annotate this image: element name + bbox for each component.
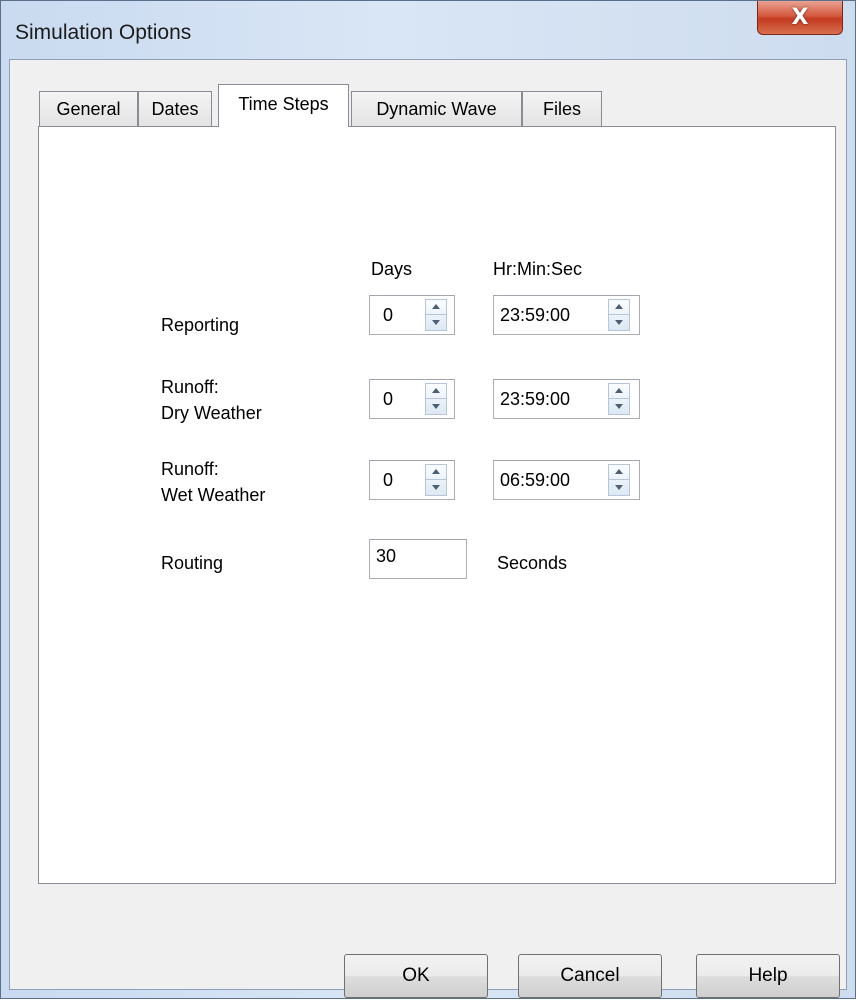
runoff-wet-days-spin-buttons[interactable] xyxy=(425,464,447,496)
reporting-days-value: 0 xyxy=(383,305,394,325)
tab-files[interactable]: Files xyxy=(522,91,602,126)
reporting-days-spinner[interactable]: 0 xyxy=(369,295,455,335)
ok-button[interactable]: OK xyxy=(344,954,488,998)
runoff-wet-days-value: 0 xyxy=(383,470,394,490)
arrow-up-icon xyxy=(615,304,623,309)
runoff-wet-days-spinner[interactable]: 0 xyxy=(369,460,455,500)
runoff-wet-time-spin-buttons[interactable] xyxy=(608,464,630,496)
runoff-dry-time-value: 23:59:00 xyxy=(500,389,571,409)
runoff-dry-label-line2: Dry Weather xyxy=(161,403,262,423)
spin-up-button[interactable] xyxy=(609,465,629,480)
routing-value: 30 xyxy=(376,546,397,566)
reporting-time-value: 23:59:00 xyxy=(500,305,571,325)
runoff-wet-time-value: 06:59:00 xyxy=(500,470,571,490)
spin-up-button[interactable] xyxy=(426,465,446,480)
tab-dates[interactable]: Dates xyxy=(138,91,212,126)
time-steps-panel: Days Hr:Min:Sec Reporting 0 23:59:00 Run… xyxy=(38,126,836,884)
arrow-up-icon xyxy=(615,388,623,393)
tab-time-steps[interactable]: Time Steps xyxy=(218,84,349,127)
arrow-down-icon xyxy=(432,320,440,325)
runoff-dry-days-spinner[interactable]: 0 xyxy=(369,379,455,419)
help-button[interactable]: Help xyxy=(696,954,840,998)
arrow-down-icon xyxy=(432,404,440,409)
routing-input[interactable]: 30 xyxy=(369,539,467,579)
arrow-up-icon xyxy=(432,469,440,474)
title-bar: Simulation Options X xyxy=(1,1,855,59)
arrow-down-icon xyxy=(432,485,440,490)
tab-dynamic-wave[interactable]: Dynamic Wave xyxy=(351,91,522,126)
spin-down-button[interactable] xyxy=(609,399,629,414)
reporting-time-spin-buttons[interactable] xyxy=(608,299,630,331)
dialog-title: Simulation Options xyxy=(15,21,192,44)
runoff-dry-days-spin-buttons[interactable] xyxy=(425,383,447,415)
spin-down-button[interactable] xyxy=(609,315,629,330)
arrow-up-icon xyxy=(432,388,440,393)
spin-down-button[interactable] xyxy=(426,480,446,495)
spin-up-button[interactable] xyxy=(609,384,629,399)
arrow-up-icon xyxy=(432,304,440,309)
simulation-options-dialog: Simulation Options X General Dates Time … xyxy=(0,0,856,999)
close-button[interactable]: X xyxy=(757,1,843,35)
runoff-dry-time-spinner[interactable]: 23:59:00 xyxy=(493,379,640,419)
close-icon: X xyxy=(791,5,809,30)
arrow-down-icon xyxy=(615,320,623,325)
runoff-dry-time-spin-buttons[interactable] xyxy=(608,383,630,415)
runoff-wet-label-line1: Runoff: xyxy=(161,459,219,479)
routing-unit-label: Seconds xyxy=(497,553,568,573)
tab-general[interactable]: General xyxy=(39,91,138,126)
arrow-down-icon xyxy=(615,404,623,409)
reporting-days-spin-buttons[interactable] xyxy=(425,299,447,331)
cancel-button[interactable]: Cancel xyxy=(518,954,662,998)
spin-up-button[interactable] xyxy=(426,384,446,399)
reporting-label: Reporting xyxy=(161,315,240,335)
runoff-dry-label-line1: Runoff: xyxy=(161,377,219,397)
runoff-dry-days-value: 0 xyxy=(383,389,394,409)
runoff-wet-label-line2: Wet Weather xyxy=(161,485,266,505)
arrow-down-icon xyxy=(615,485,623,490)
runoff-wet-time-spinner[interactable]: 06:59:00 xyxy=(493,460,640,500)
time-column-header: Hr:Min:Sec xyxy=(493,259,583,279)
spin-down-button[interactable] xyxy=(426,399,446,414)
dialog-client-area: General Dates Time Steps Dynamic Wave Fi… xyxy=(9,59,847,998)
days-column-header: Days xyxy=(371,259,413,279)
reporting-time-spinner[interactable]: 23:59:00 xyxy=(493,295,640,335)
routing-label: Routing xyxy=(161,553,224,573)
spin-down-button[interactable] xyxy=(609,480,629,495)
arrow-up-icon xyxy=(615,469,623,474)
spin-up-button[interactable] xyxy=(609,300,629,315)
spin-up-button[interactable] xyxy=(426,300,446,315)
spin-down-button[interactable] xyxy=(426,315,446,330)
